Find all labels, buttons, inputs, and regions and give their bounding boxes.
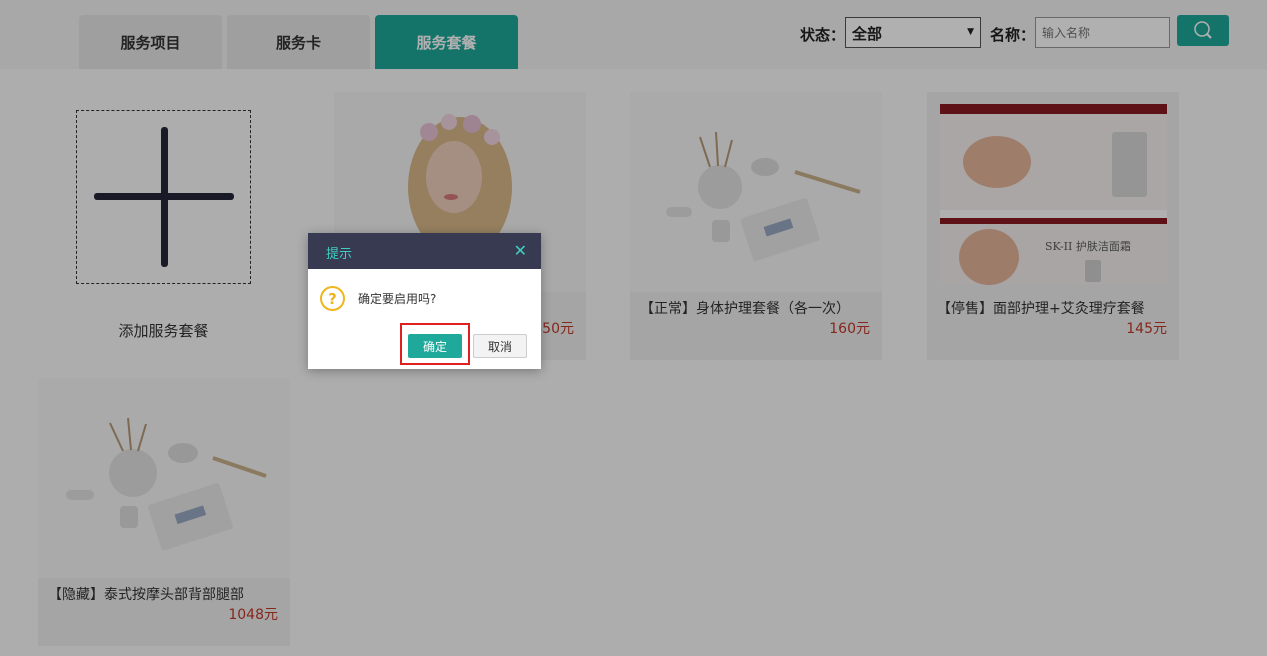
dialog-title: 提示: [326, 247, 353, 262]
confirm-button[interactable]: 确定: [408, 334, 462, 358]
cancel-button[interactable]: 取消: [473, 334, 527, 358]
question-icon: ?: [320, 286, 345, 311]
dialog-header: 提示: [308, 233, 541, 269]
confirm-dialog: 提示 ✕ ? 确定要启用吗? 确定 取消: [308, 233, 541, 369]
modal-overlay[interactable]: [0, 0, 1267, 656]
close-icon[interactable]: ✕: [514, 241, 527, 260]
dialog-message: 确定要启用吗?: [358, 292, 437, 306]
